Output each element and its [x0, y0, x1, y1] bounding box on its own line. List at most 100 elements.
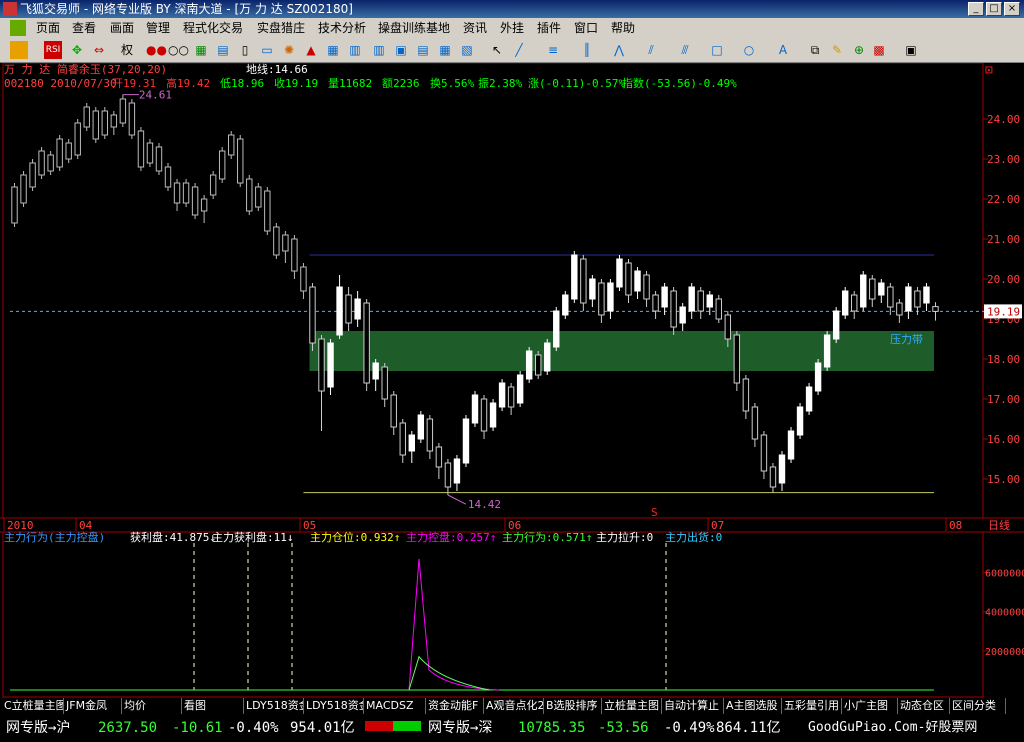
layout3-icon[interactable]: ▤: [414, 41, 432, 59]
candle: [128, 99, 136, 139]
menu-screen[interactable]: 画面: [110, 18, 134, 38]
indicator-tab[interactable]: B选股排序: [544, 698, 602, 714]
color-icon[interactable]: ▩: [870, 41, 888, 59]
line-tool-icon[interactable]: ╱: [510, 41, 528, 59]
candle-body: [814, 362, 822, 392]
move-icon[interactable]: ✥: [68, 41, 86, 59]
candle: [336, 275, 343, 339]
menu-hunt[interactable]: 实盘猎庄: [257, 18, 305, 38]
rsi-icon[interactable]: RSI: [44, 41, 62, 59]
ellipse-tool-icon[interactable]: ○: [740, 41, 758, 59]
candle-body: [688, 286, 695, 312]
sub-value-label: 主力拉升:0: [596, 530, 653, 544]
weight-dropdown[interactable]: 权: [116, 41, 138, 59]
indicator-tab[interactable]: MACDSZ: [364, 698, 426, 714]
formula-icon[interactable]: ▥: [346, 41, 364, 59]
indicator-tab[interactable]: 资金动能F: [426, 698, 484, 714]
candle: [20, 171, 27, 207]
candle-body: [498, 382, 506, 408]
document-icon[interactable]: [10, 20, 26, 36]
lock-icon[interactable]: ⊕: [850, 41, 868, 59]
channel-tool-icon[interactable]: ⫽: [642, 41, 660, 59]
candle-body: [92, 110, 99, 140]
menu-help[interactable]: 帮助: [611, 18, 635, 38]
indicator-tab[interactable]: C立桩量主图: [2, 698, 64, 714]
menu-manage[interactable]: 管理: [146, 18, 170, 38]
vline-tool-icon[interactable]: ║: [578, 41, 596, 59]
table-icon[interactable]: ▤: [214, 41, 232, 59]
save-icon[interactable]: ▣: [902, 41, 920, 59]
grid-icon[interactable]: ▦: [324, 41, 342, 59]
menu-bar: 页面 查看 画面 管理 程式化交易 实盘猎庄 技术分析 操盘训练基地 资讯 外挂…: [0, 18, 1024, 38]
open-icon[interactable]: [10, 41, 28, 59]
indicator-tab[interactable]: A观音点化2: [484, 698, 544, 714]
indicator-tab[interactable]: 立桩量主图: [602, 698, 662, 714]
indicator-tab[interactable]: 动态仓区: [898, 698, 950, 714]
menu-news[interactable]: 资讯: [463, 18, 487, 38]
candle: [110, 111, 118, 135]
alarm-icon[interactable]: ▲: [302, 41, 320, 59]
candle: [562, 291, 569, 319]
layout4-icon[interactable]: ▦: [436, 41, 454, 59]
dixian-label: 地线:14.66: [246, 63, 308, 76]
chart-icon[interactable]: ▦: [192, 41, 210, 59]
sub-chart-frame: [2, 531, 984, 698]
candle-body: [218, 150, 226, 180]
info-close: 收19.19: [274, 76, 318, 90]
menu-analysis[interactable]: 技术分析: [318, 18, 366, 38]
parallel-tool-icon[interactable]: ⫻: [676, 41, 694, 59]
minimize-button[interactable]: _: [968, 2, 984, 16]
candle: [228, 131, 235, 159]
indicator-tab[interactable]: 五彩量引用: [782, 698, 842, 714]
candle-body: [300, 266, 307, 292]
candle: [869, 275, 876, 307]
candle-body: [851, 294, 858, 312]
candle-body: [381, 366, 388, 400]
indicator-tab[interactable]: 自动计算止: [662, 698, 724, 714]
gear-icon[interactable]: ✺: [280, 41, 298, 59]
candle: [507, 383, 515, 415]
eraser-icon[interactable]: ✎: [828, 41, 846, 59]
fan-tool-icon[interactable]: ⋀: [610, 41, 628, 59]
indicator-tab[interactable]: LDY518资金: [304, 698, 364, 714]
layout1-icon[interactable]: ▥: [370, 41, 388, 59]
indicator-tab[interactable]: LDY518资金: [244, 698, 304, 714]
menu-training[interactable]: 操盘训练基地: [378, 18, 450, 38]
pointer-icon[interactable]: ↖: [488, 41, 506, 59]
rect-tool-icon[interactable]: □: [708, 41, 726, 59]
indicator-tab[interactable]: JFM金凤: [64, 698, 122, 714]
menu-page[interactable]: 页面: [36, 18, 60, 38]
indicator-tab[interactable]: 小广主图: [842, 698, 898, 714]
book-icon[interactable]: ▯: [236, 41, 254, 59]
chart-area[interactable]: 24.61 14.42 24.00 23.00 22.00 21.00 20.00 19.0…: [0, 62, 1024, 715]
menu-window[interactable]: 窗口: [574, 18, 598, 38]
candle-body: [562, 294, 569, 316]
circles-outline-icon[interactable]: ○○: [168, 41, 189, 59]
menu-formula[interactable]: 程式化交易: [183, 18, 243, 38]
sub-value-label: 主力控盘:0.257↑: [406, 530, 496, 544]
candle-body: [426, 418, 434, 452]
candle-body: [796, 406, 804, 436]
candle-body: [291, 238, 298, 272]
indicator-tab[interactable]: 均价: [122, 698, 182, 714]
menu-plugin-ext[interactable]: 外挂: [500, 18, 524, 38]
menu-view[interactable]: 查看: [72, 18, 96, 38]
monitor-icon[interactable]: ▭: [258, 41, 276, 59]
text-tool-icon[interactable]: A: [774, 41, 792, 59]
hline-tool-icon[interactable]: ≡: [544, 41, 562, 59]
circles-icon[interactable]: ●●: [146, 41, 167, 59]
candle-body: [670, 290, 677, 328]
maximize-button[interactable]: □: [986, 2, 1002, 16]
copy-icon[interactable]: ⧉: [806, 41, 824, 59]
indicator-tab[interactable]: 区间分类: [950, 698, 1006, 714]
candle: [372, 359, 379, 391]
menu-plugins[interactable]: 插件: [537, 18, 561, 38]
close-button[interactable]: ×: [1004, 2, 1020, 16]
sh-change: -10.61: [172, 720, 223, 736]
layout5-icon[interactable]: ▧: [458, 41, 476, 59]
candle-body: [200, 198, 208, 212]
layout2-icon[interactable]: ▣: [392, 41, 410, 59]
indicator-tab[interactable]: A主图选股: [724, 698, 782, 714]
indicator-tab[interactable]: 看图: [182, 698, 244, 714]
swap-icon[interactable]: ⇔: [90, 41, 108, 59]
